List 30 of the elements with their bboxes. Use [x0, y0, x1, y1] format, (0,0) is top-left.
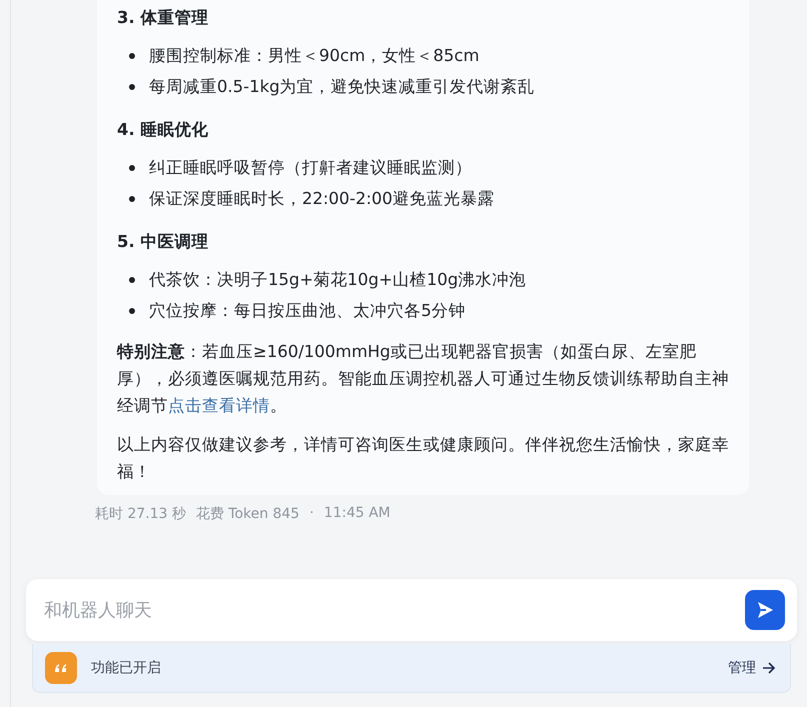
list-item-text: 纠正睡眠呼吸暂停（打鼾者建议睡眠监测） [149, 157, 472, 179]
message-time: 11:45 AM [324, 505, 390, 523]
bullet-icon [129, 52, 135, 58]
warning-paragraph: 特别注意：若血压≥160/100mmHg或已出现靶器官损害（如蛋白尿、左室肥厚），必须遵医嘱规范用药。智能血压调控机器人可通过生物反馈训练帮助自主神经调节点击查看详情。 [117, 341, 730, 417]
bullet-icon [129, 196, 135, 202]
token-cost: 花费 Token 845 [196, 505, 300, 523]
list-item-text: 腰围控制标准：男性＜90cm，女性＜85cm [149, 45, 480, 67]
bullet-icon [129, 276, 135, 282]
send-icon [755, 600, 775, 620]
bullet-icon [129, 308, 135, 314]
bullet-icon [129, 84, 135, 90]
manage-button[interactable]: 管理 [728, 659, 776, 677]
list-item-text: 每周减重0.5-1kg为宜，避免快速减重引发代谢紊乱 [149, 76, 535, 98]
arrow-icon [762, 662, 776, 674]
section-heading: 4. 睡眠优化 [117, 119, 210, 141]
feature-status: 功能已开启 [91, 659, 162, 677]
send-button[interactable] [745, 590, 785, 630]
chat-input-box[interactable]: 和机器人聊天 [26, 579, 797, 641]
chat-input[interactable]: 和机器人聊天 [42, 598, 745, 622]
quote-icon [45, 652, 77, 684]
list-item-text: 穴位按摩：每日按压曲池、太冲穴各5分钟 [149, 300, 466, 322]
elapsed-time: 耗时 27.13 秒 [95, 505, 186, 523]
section-heading: 3. 体重管理 [117, 7, 210, 29]
section-heading: 5. 中医调理 [117, 231, 210, 253]
list-item-text: 代茶饮：决明子15g+菊花10g+山楂10g沸水冲泡 [149, 269, 526, 291]
separator-dot: · [309, 505, 314, 523]
closing-paragraph: 以上内容仅做建议参考，详情可咨询医生或健康顾问。伴伴祝您生活愉快，家庭幸福！ [117, 434, 730, 483]
details-link[interactable]: 点击查看详情 [168, 396, 270, 415]
bullet-icon [129, 164, 135, 170]
list-item-text: 保证深度睡眠时长，22:00-2:00避免蓝光暴露 [149, 188, 495, 210]
